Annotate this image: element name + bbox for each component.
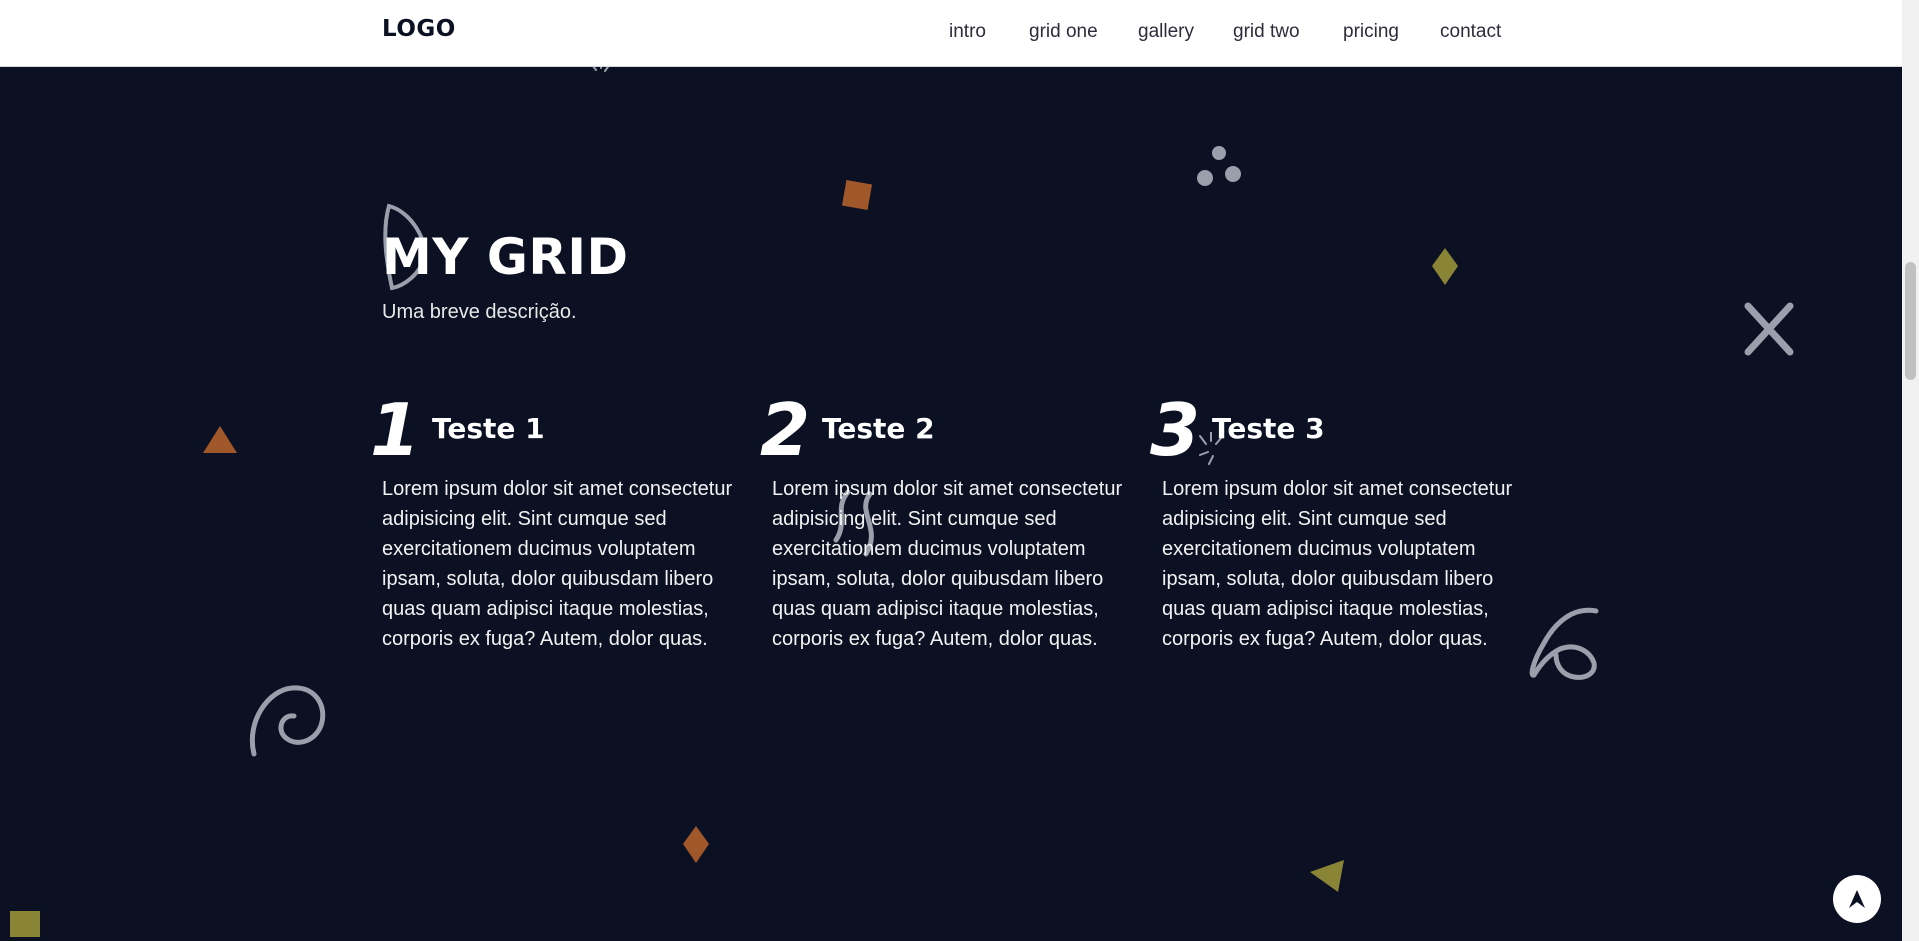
grid-item-text: Lorem ipsum dolor sit amet consectetur a…: [382, 478, 733, 650]
nav-link-gallery[interactable]: gallery: [1138, 21, 1194, 43]
triangle-shape: [203, 426, 237, 453]
nav-link-grid-one[interactable]: grid one: [1029, 21, 1098, 43]
site-header: LOGO intro grid one gallery grid two pri…: [0, 0, 1902, 67]
section-subtitle: Uma breve descrição.: [382, 301, 577, 323]
swirl-shape: [1529, 607, 1599, 680]
diamond-shape: [683, 826, 709, 863]
nav-link-pricing[interactable]: pricing: [1343, 21, 1399, 43]
grid-item-text: Lorem ipsum dolor sit amet consectetur a…: [772, 478, 1123, 650]
arrow-up-icon: [1849, 890, 1865, 908]
spiral-shape: [249, 685, 326, 757]
page-scrollbar[interactable]: [1902, 0, 1919, 941]
diamond-shape: [1432, 248, 1458, 285]
grid-item-title: Teste 2: [822, 412, 935, 445]
grid-item-number: 3: [1150, 388, 1201, 472]
section-title: MY GRID: [382, 228, 629, 286]
cross-shape: [1744, 302, 1794, 356]
back-to-top-button[interactable]: [1833, 875, 1881, 923]
grid-item-number: 1: [370, 388, 421, 472]
grid-item-text: Lorem ipsum dolor sit amet consectetur a…: [1162, 478, 1513, 650]
nav-link-grid-two[interactable]: grid two: [1233, 21, 1300, 43]
nav-link-contact[interactable]: contact: [1440, 21, 1501, 43]
square-shape: [10, 911, 40, 937]
square-shape: [841, 179, 873, 211]
scrollbar-thumb[interactable]: [1905, 262, 1916, 380]
grid-item-number: 2: [760, 388, 811, 472]
main-nav: intro grid one gallery grid two pricing …: [0, 21, 1902, 45]
grid-item-title: Teste 1: [432, 412, 545, 445]
triangle-shape: [1310, 860, 1344, 892]
nav-link-intro[interactable]: intro: [949, 21, 986, 43]
grid-item-title: Teste 3: [1212, 412, 1325, 445]
dots-shape: [1197, 146, 1241, 186]
